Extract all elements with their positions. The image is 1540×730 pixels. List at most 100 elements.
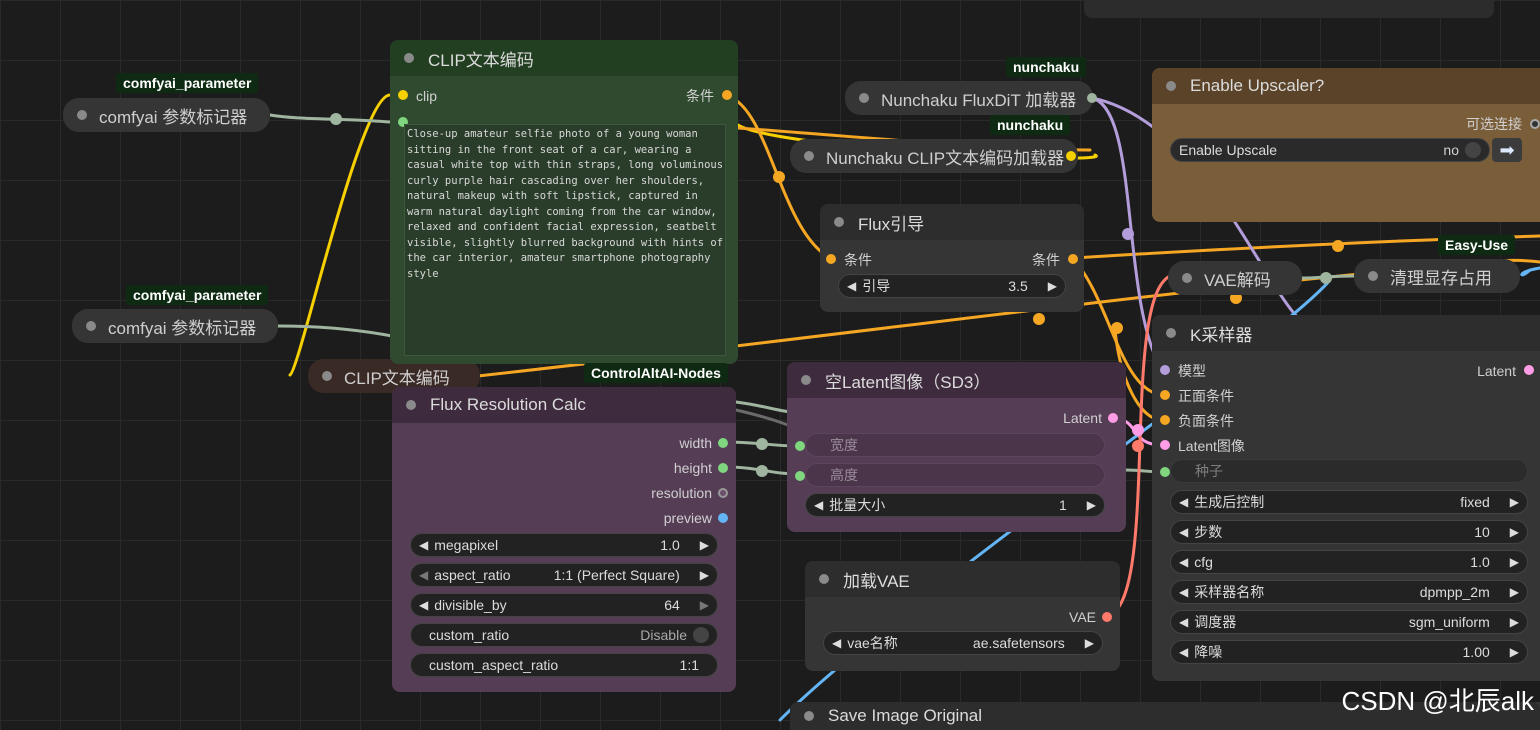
node-header[interactable]: CLIP文本编码 bbox=[390, 40, 738, 76]
collapse-dot-icon[interactable] bbox=[834, 217, 844, 227]
increment-icon[interactable]: ▶ bbox=[1087, 498, 1096, 512]
input-port-model[interactable] bbox=[1160, 365, 1170, 375]
node-header[interactable]: Enable Upscaler? bbox=[1152, 68, 1540, 104]
decrement-icon[interactable]: ◀ bbox=[847, 279, 856, 293]
collapse-dot-icon[interactable] bbox=[859, 93, 869, 103]
increment-icon[interactable]: ▶ bbox=[1510, 525, 1519, 539]
increment-icon[interactable]: ▶ bbox=[1510, 495, 1519, 509]
collapse-dot-icon[interactable] bbox=[801, 375, 811, 385]
output-port-resolution[interactable] bbox=[718, 488, 728, 498]
flux-guidance-node[interactable]: Flux引导 条件 条件 ◀ 引导 3.5 ▶ bbox=[820, 204, 1084, 312]
clear-vram-node[interactable]: 清理显存占用 bbox=[1354, 259, 1520, 293]
input-port-width[interactable] bbox=[795, 441, 805, 451]
vae-decode-node[interactable]: VAE解码 bbox=[1168, 261, 1302, 295]
megapixel-widget[interactable]: ◀ megapixel 1.0 ▶ bbox=[410, 533, 718, 557]
cfg-widget[interactable]: ◀ cfg 1.0 ▶ bbox=[1170, 550, 1528, 574]
collapse-dot-icon[interactable] bbox=[1166, 328, 1176, 338]
custom-aspect-ratio-input[interactable]: custom_aspect_ratio 1:1 bbox=[410, 653, 718, 677]
node-header[interactable]: Flux引导 bbox=[820, 204, 1084, 240]
input-port-clip[interactable] bbox=[398, 90, 408, 100]
enable-upscale-toggle[interactable]: Enable Upscale no bbox=[1170, 138, 1490, 162]
output-port-latent[interactable] bbox=[1108, 413, 1118, 423]
decrement-icon[interactable]: ◀ bbox=[1179, 525, 1188, 539]
prompt-textarea[interactable]: Close-up amateur selfie photo of a young… bbox=[404, 124, 726, 356]
output-port-model[interactable] bbox=[1087, 93, 1097, 103]
output-port-width[interactable] bbox=[718, 438, 728, 448]
denoise-widget[interactable]: ◀ 降噪 1.00 ▶ bbox=[1170, 640, 1528, 664]
output-port-latent[interactable] bbox=[1524, 365, 1534, 375]
increment-icon[interactable]: ▶ bbox=[1085, 636, 1094, 650]
decrement-icon[interactable]: ◀ bbox=[1179, 615, 1188, 629]
sampler-name-widget[interactable]: ◀ 采样器名称 dpmpp_2m ▶ bbox=[1170, 580, 1528, 604]
custom-ratio-toggle[interactable]: custom_ratio Disable bbox=[410, 623, 718, 647]
decrement-icon[interactable]: ◀ bbox=[1179, 495, 1188, 509]
output-port-clip[interactable] bbox=[1066, 151, 1076, 161]
param-marker-node[interactable]: comfyai 参数标记器 bbox=[72, 309, 278, 343]
scheduler-widget[interactable]: ◀ 调度器 sgm_uniform ▶ bbox=[1170, 610, 1528, 634]
load-vae-node[interactable]: 加载VAE VAE ◀ vae名称 ae.safetensors ▶ bbox=[805, 561, 1120, 671]
batch-size-widget[interactable]: ◀ 批量大小 1 ▶ bbox=[805, 493, 1105, 517]
input-port-condition[interactable] bbox=[826, 254, 836, 264]
empty-latent-node[interactable]: 空Latent图像（SD3） Latent 宽度 高度 ◀ 批量大小 1 ▶ bbox=[787, 362, 1126, 532]
decrement-icon[interactable]: ◀ bbox=[419, 598, 428, 612]
flux-resolution-calc-node[interactable]: Flux Resolution Calc width height resolu… bbox=[392, 387, 736, 692]
increment-icon[interactable]: ▶ bbox=[700, 598, 709, 612]
arrow-right-icon[interactable]: ➡ bbox=[1492, 138, 1522, 162]
aspect-ratio-widget[interactable]: ◀ aspect_ratio 1:1 (Perfect Square) ▶ bbox=[410, 563, 718, 587]
enable-upscaler-node[interactable]: Enable Upscaler? 可选连接 Enable Upscale no … bbox=[1152, 68, 1540, 222]
increment-icon[interactable]: ▶ bbox=[1048, 279, 1057, 293]
partial-node-top[interactable] bbox=[1084, 0, 1494, 18]
nunchaku-clip-node[interactable]: Nunchaku CLIP文本编码加载器 bbox=[790, 139, 1078, 173]
collapse-dot-icon[interactable] bbox=[1182, 273, 1192, 283]
output-port-condition[interactable] bbox=[1068, 254, 1078, 264]
increment-icon[interactable]: ▶ bbox=[1510, 555, 1519, 569]
collapse-dot-icon[interactable] bbox=[804, 151, 814, 161]
collapse-dot-icon[interactable] bbox=[1166, 81, 1176, 91]
collapse-dot-icon[interactable] bbox=[322, 371, 332, 381]
ksampler-node[interactable]: K采样器 模型 正面条件 负面条件 Latent图像 Latent 种子 ◀ 生… bbox=[1152, 315, 1540, 681]
collapse-dot-icon[interactable] bbox=[77, 110, 87, 120]
node-header[interactable]: 加载VAE bbox=[805, 561, 1120, 597]
increment-icon[interactable]: ▶ bbox=[700, 538, 709, 552]
input-port-negative[interactable] bbox=[1160, 415, 1170, 425]
decrement-icon[interactable]: ◀ bbox=[1179, 645, 1188, 659]
nunchaku-fluxdit-node[interactable]: Nunchaku FluxDiT 加载器 bbox=[845, 81, 1097, 115]
collapse-dot-icon[interactable] bbox=[819, 574, 829, 584]
decrement-icon[interactable]: ◀ bbox=[419, 568, 428, 582]
node-header[interactable]: 空Latent图像（SD3） bbox=[787, 362, 1126, 398]
increment-icon[interactable]: ▶ bbox=[1510, 585, 1519, 599]
increment-icon[interactable]: ▶ bbox=[700, 568, 709, 582]
output-port-condition[interactable] bbox=[722, 90, 732, 100]
collapse-dot-icon[interactable] bbox=[86, 321, 96, 331]
control-after-generate-widget[interactable]: ◀ 生成后控制 fixed ▶ bbox=[1170, 490, 1528, 514]
increment-icon[interactable]: ▶ bbox=[1510, 615, 1519, 629]
increment-icon[interactable]: ▶ bbox=[1510, 645, 1519, 659]
collapse-dot-icon[interactable] bbox=[406, 400, 416, 410]
output-port-height[interactable] bbox=[718, 463, 728, 473]
steps-widget[interactable]: ◀ 步数 10 ▶ bbox=[1170, 520, 1528, 544]
input-port-height[interactable] bbox=[795, 471, 805, 481]
seed-input[interactable]: 种子 bbox=[1170, 459, 1528, 483]
decrement-icon[interactable]: ◀ bbox=[832, 636, 841, 650]
collapse-dot-icon[interactable] bbox=[1368, 271, 1378, 281]
decrement-icon[interactable]: ◀ bbox=[1179, 585, 1188, 599]
node-header[interactable]: Flux Resolution Calc bbox=[392, 387, 736, 423]
input-port-positive[interactable] bbox=[1160, 390, 1170, 400]
output-port-optional[interactable] bbox=[1530, 119, 1540, 129]
input-port-latent[interactable] bbox=[1160, 440, 1170, 450]
collapse-dot-icon[interactable] bbox=[404, 53, 414, 63]
input-port-seed[interactable] bbox=[1160, 467, 1170, 477]
decrement-icon[interactable]: ◀ bbox=[419, 538, 428, 552]
output-port-vae[interactable] bbox=[1102, 612, 1112, 622]
collapse-dot-icon[interactable] bbox=[804, 711, 814, 721]
divisible-by-widget[interactable]: ◀ divisible_by 64 ▶ bbox=[410, 593, 718, 617]
clip-text-encode-node[interactable]: CLIP文本编码 clip 条件 Close-up amateur selfie… bbox=[390, 40, 738, 364]
width-input[interactable]: 宽度 bbox=[805, 433, 1105, 457]
output-port-preview[interactable] bbox=[718, 513, 728, 523]
param-marker-node[interactable]: comfyai 参数标记器 bbox=[63, 98, 270, 132]
decrement-icon[interactable]: ◀ bbox=[1179, 555, 1188, 569]
vae-name-widget[interactable]: ◀ vae名称 ae.safetensors ▶ bbox=[823, 631, 1103, 655]
node-header[interactable]: K采样器 bbox=[1152, 315, 1540, 351]
decrement-icon[interactable]: ◀ bbox=[814, 498, 823, 512]
guidance-widget[interactable]: ◀ 引导 3.5 ▶ bbox=[838, 274, 1066, 298]
